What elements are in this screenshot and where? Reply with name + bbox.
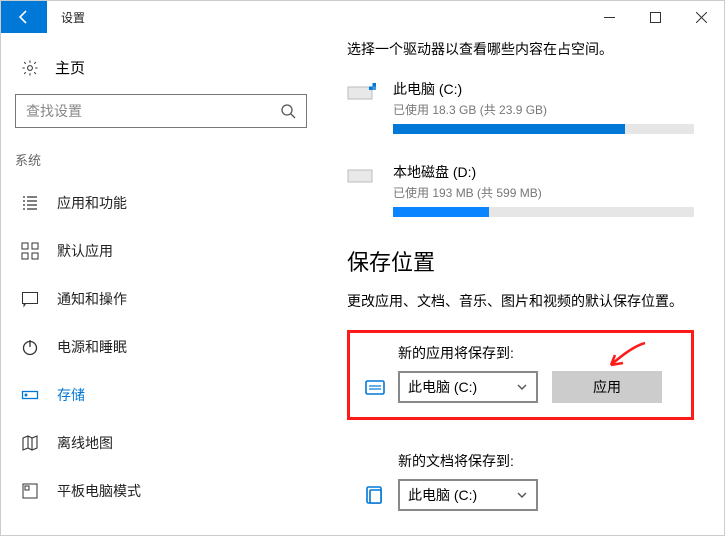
chevron-down-icon bbox=[516, 381, 528, 393]
storage-icon bbox=[21, 386, 39, 404]
nav-tablet[interactable]: 平板电脑模式 bbox=[1, 467, 321, 515]
message-icon bbox=[21, 290, 39, 308]
annotation-arrow bbox=[603, 341, 647, 375]
home-label: 主页 bbox=[55, 57, 85, 78]
dropdown-value: 此电脑 (C:) bbox=[408, 485, 477, 505]
gear-icon bbox=[21, 59, 39, 77]
document-icon bbox=[364, 484, 386, 506]
drive-name: 本地磁盘 (D:) bbox=[393, 162, 694, 182]
nav-label: 离线地图 bbox=[57, 433, 113, 453]
back-button[interactable] bbox=[1, 1, 47, 33]
section-title: 保存位置 bbox=[347, 245, 694, 277]
app-icon bbox=[364, 376, 386, 398]
close-button[interactable] bbox=[678, 1, 724, 33]
content-pane: 选择一个驱动器以查看哪些内容在占空间。 此电脑 (C:) 已使用 18.3 GB… bbox=[321, 33, 724, 535]
nav-label: 平板电脑模式 bbox=[57, 481, 141, 501]
nav-power[interactable]: 电源和睡眠 bbox=[1, 323, 321, 371]
maximize-button[interactable] bbox=[632, 1, 678, 33]
drive-bar bbox=[393, 124, 694, 134]
drive-bar bbox=[393, 207, 694, 217]
search-placeholder: 查找设置 bbox=[26, 101, 280, 121]
intro-text: 选择一个驱动器以查看哪些内容在占空间。 bbox=[347, 39, 694, 59]
window-title: 设置 bbox=[61, 9, 85, 26]
nav-notifications[interactable]: 通知和操作 bbox=[1, 275, 321, 323]
drive-usage: 已使用 18.3 GB (共 23.9 GB) bbox=[393, 101, 694, 118]
drive-icon bbox=[347, 81, 377, 103]
drive-name: 此电脑 (C:) bbox=[393, 79, 694, 99]
drive-c[interactable]: 此电脑 (C:) 已使用 18.3 GB (共 23.9 GB) bbox=[347, 79, 694, 134]
nav-maps[interactable]: 离线地图 bbox=[1, 419, 321, 467]
chevron-down-icon bbox=[516, 489, 528, 501]
tablet-icon bbox=[21, 482, 39, 500]
drive-icon bbox=[347, 164, 377, 186]
nav-apps[interactable]: 应用和功能 bbox=[1, 179, 321, 227]
nav-storage[interactable]: 存储 bbox=[1, 371, 321, 419]
drive-usage: 已使用 193 MB (共 599 MB) bbox=[393, 184, 694, 201]
search-input[interactable]: 查找设置 bbox=[15, 94, 307, 128]
nav-label: 通知和操作 bbox=[57, 289, 127, 309]
save-apps-dropdown[interactable]: 此电脑 (C:) bbox=[398, 371, 538, 403]
section-desc: 更改应用、文档、音乐、图片和视频的默认保存位置。 bbox=[347, 291, 694, 312]
sidebar: 主页 查找设置 系统 应用和功能 默认应用 通知和操作 电源和睡眠 bbox=[1, 33, 321, 535]
row-label: 新的文档将保存到: bbox=[398, 451, 671, 471]
save-docs-dropdown[interactable]: 此电脑 (C:) bbox=[398, 479, 538, 511]
titlebar: 设置 bbox=[1, 1, 724, 33]
nav-label: 默认应用 bbox=[57, 241, 113, 261]
nav-default-apps[interactable]: 默认应用 bbox=[1, 227, 321, 275]
power-icon bbox=[21, 338, 39, 356]
grid-icon bbox=[21, 242, 39, 260]
nav-label: 存储 bbox=[57, 385, 85, 405]
nav-list: 应用和功能 默认应用 通知和操作 电源和睡眠 存储 离线地图 bbox=[1, 179, 321, 515]
nav-label: 应用和功能 bbox=[57, 193, 127, 213]
search-icon bbox=[280, 103, 296, 119]
save-apps-box: 新的应用将保存到: 此电脑 (C:) 应用 bbox=[347, 330, 694, 420]
group-label: 系统 bbox=[1, 150, 321, 179]
nav-label: 电源和睡眠 bbox=[57, 337, 127, 357]
map-icon bbox=[21, 434, 39, 452]
dropdown-value: 此电脑 (C:) bbox=[408, 377, 477, 397]
home-link[interactable]: 主页 bbox=[1, 51, 321, 94]
apply-button[interactable]: 应用 bbox=[552, 371, 662, 403]
minimize-button[interactable] bbox=[586, 1, 632, 33]
list-icon bbox=[21, 194, 39, 212]
save-docs-box: 新的文档将保存到: 此电脑 (C:) bbox=[347, 438, 694, 528]
drive-d[interactable]: 本地磁盘 (D:) 已使用 193 MB (共 599 MB) bbox=[347, 162, 694, 217]
